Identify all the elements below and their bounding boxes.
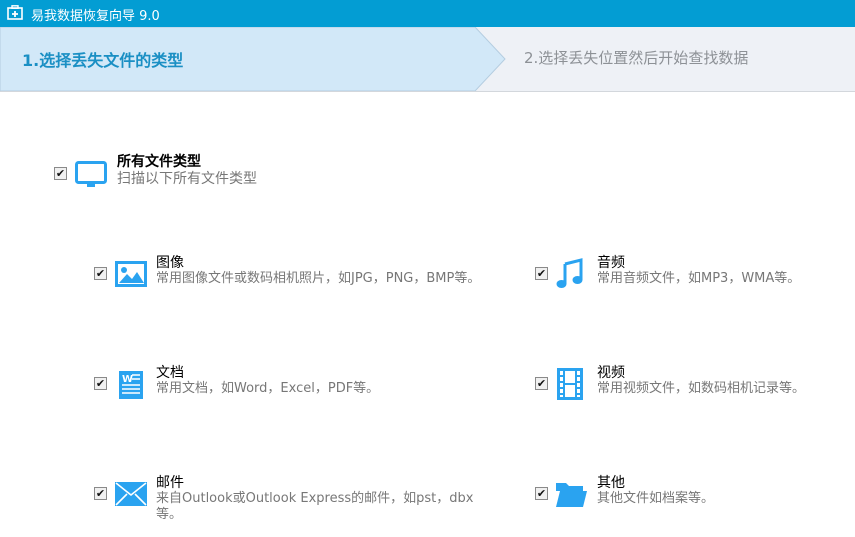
document-checkbox[interactable]: ✔ [94, 377, 107, 390]
document-title: 文档 [156, 365, 184, 381]
document-icon: W [119, 371, 143, 399]
app-icon [7, 5, 23, 20]
step-2-select-location[interactable]: 2.选择丢失位置然后开始查找数据 [524, 47, 748, 68]
all-types-title: 所有文件类型 [117, 154, 201, 170]
other-title: 其他 [597, 475, 625, 491]
svg-text:W: W [122, 374, 133, 385]
image-title: 图像 [156, 255, 184, 271]
folder-icon [556, 483, 587, 507]
monitor-icon [75, 161, 107, 187]
app-title: 易我数据恢复向导 9.0 [31, 9, 160, 24]
video-title: 视频 [597, 365, 625, 381]
document-desc: 常用文档，如Word，Excel，PDF等。 [156, 381, 380, 396]
video-icon [557, 368, 583, 400]
image-checkbox[interactable]: ✔ [94, 267, 107, 280]
music-icon [556, 258, 583, 288]
mail-desc: 来自Outlook或Outlook Express的邮件，如pst，dbx等。 [156, 491, 474, 522]
title-bar: 易我数据恢复向导 9.0 [0, 0, 855, 27]
image-desc: 常用图像文件或数码相机照片，如JPG，PNG，BMP等。 [156, 271, 481, 286]
all-types-desc: 扫描以下所有文件类型 [117, 171, 257, 187]
audio-checkbox[interactable]: ✔ [535, 267, 548, 280]
all-types-checkbox[interactable]: ✔ [54, 167, 67, 180]
mail-icon [115, 482, 147, 506]
audio-desc: 常用音频文件，如MP3，WMA等。 [597, 271, 801, 286]
video-checkbox[interactable]: ✔ [535, 377, 548, 390]
other-desc: 其他文件如档案等。 [597, 491, 715, 506]
step-1-select-type[interactable]: 1.选择丢失文件的类型 [22, 47, 183, 71]
mail-title: 邮件 [156, 475, 184, 491]
audio-title: 音频 [597, 255, 625, 271]
wizard-steps: 1.选择丢失文件的类型 2.选择丢失位置然后开始查找数据 [0, 27, 855, 92]
image-icon [115, 261, 147, 287]
mail-checkbox[interactable]: ✔ [94, 487, 107, 500]
other-checkbox[interactable]: ✔ [535, 487, 548, 500]
video-desc: 常用视频文件，如数码相机记录等。 [597, 381, 806, 396]
